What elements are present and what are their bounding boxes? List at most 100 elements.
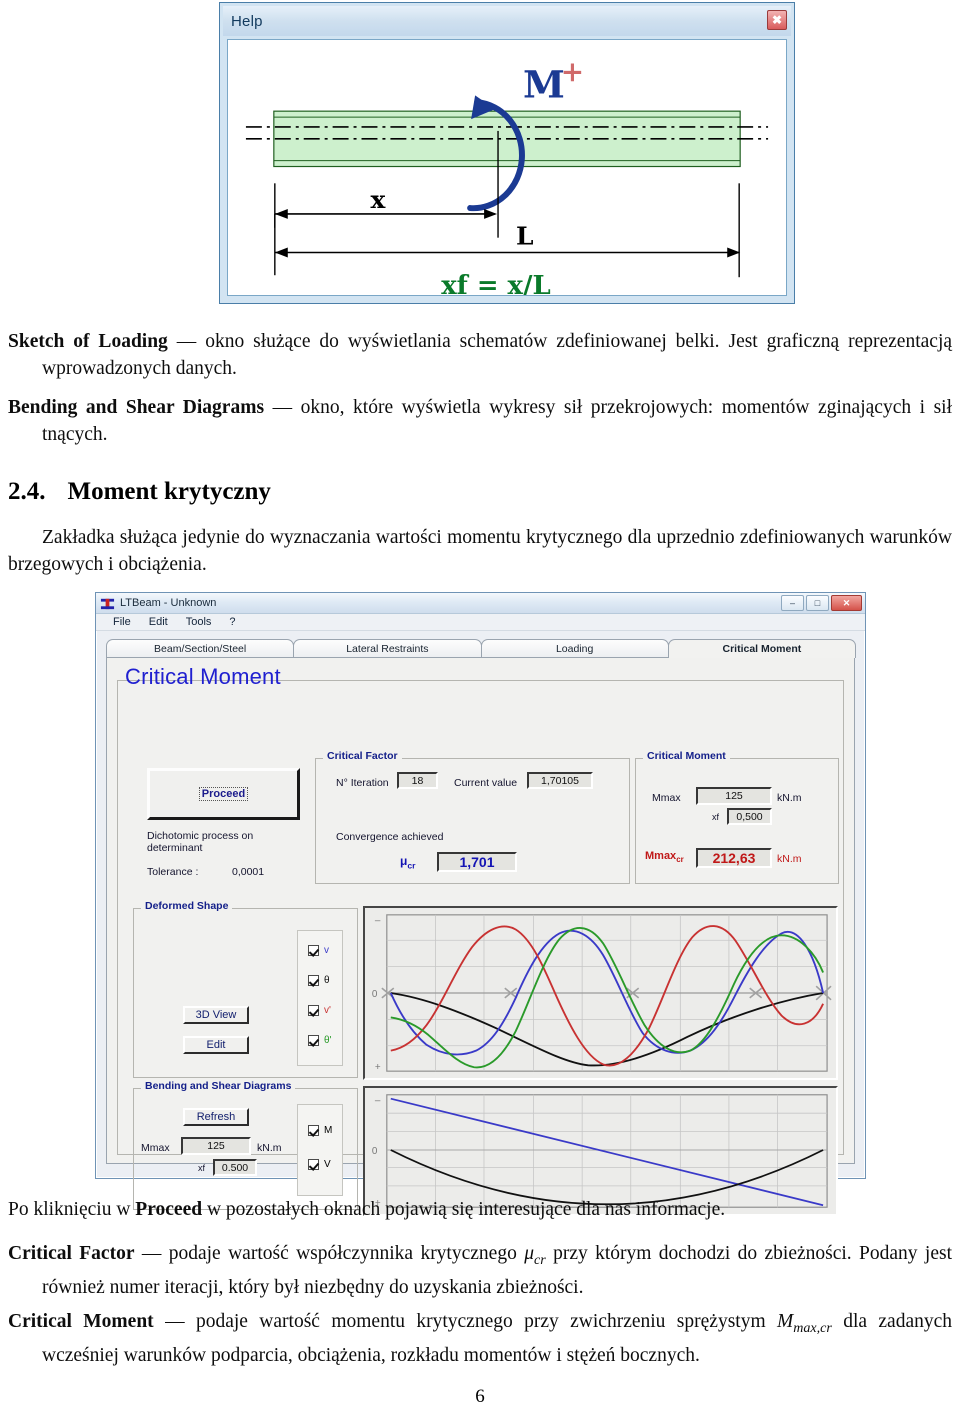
- checkbox-theta-box[interactable]: [308, 975, 319, 986]
- page-number: 6: [475, 1386, 485, 1407]
- proceed-button[interactable]: Proceed: [147, 768, 300, 820]
- proceed-button-label: Proceed: [198, 787, 249, 801]
- checkbox-v-shear[interactable]: V: [308, 1159, 331, 1170]
- bullet-dash: —: [141, 1243, 162, 1264]
- mmax-cr-value-field: 212,63: [696, 848, 772, 868]
- bullet-symbol-sub: cr: [534, 1251, 546, 1268]
- section-title: Moment krytyczny: [67, 478, 271, 505]
- formula-text: xf = x/L: [441, 271, 550, 295]
- convergence-text: Convergence achieved: [336, 831, 444, 843]
- edit-button[interactable]: Edit: [183, 1036, 249, 1054]
- edit-button-label: Edit: [206, 1039, 226, 1051]
- checkbox-theta-prime-box[interactable]: [308, 1035, 319, 1046]
- menu-edit[interactable]: Edit: [140, 616, 177, 628]
- bullet-body-a: podaje wartość momentu krytycznego przy …: [195, 1311, 777, 1332]
- checkbox-m[interactable]: M: [308, 1125, 332, 1136]
- tab-lateral-restraints[interactable]: Lateral Restraints: [293, 639, 482, 658]
- bullet-symbol: M: [777, 1311, 794, 1332]
- bullet-critical-moment: Critical Moment — podaje wartość momentu…: [8, 1308, 952, 1369]
- checkbox-theta-prime[interactable]: θ': [308, 1035, 331, 1046]
- app-title: LTBeam - Unknown: [120, 597, 217, 609]
- checkbox-theta-label: θ: [324, 975, 330, 986]
- checkbox-v-prime[interactable]: v': [308, 1005, 331, 1016]
- bs-axis-zero-label: 0: [372, 1146, 378, 1157]
- menubar: File Edit Tools ?: [96, 614, 865, 631]
- deformed-shape-group-label: Deformed Shape: [141, 900, 233, 912]
- lead-post: w pozostałych oknach pojawią się interes…: [202, 1199, 726, 1220]
- current-value-field: 1,70105: [527, 772, 593, 789]
- bullet-term: Bending and Shear Diagrams: [8, 397, 265, 418]
- deformed-shape-checkbox-panel: v θ v' θ': [297, 930, 343, 1066]
- after-lead-paragraph: Po kliknięciu w Proceed w pozostałych ok…: [8, 1196, 952, 1223]
- deformed-shape-plot[interactable]: – 0 +: [363, 906, 838, 1080]
- mmax-cr-label: Mmaxcr: [645, 850, 684, 865]
- maximize-button[interactable]: □: [806, 595, 829, 611]
- close-icon[interactable]: ✖: [767, 10, 787, 30]
- checkbox-v-shear-box[interactable]: [308, 1159, 319, 1170]
- close-button[interactable]: ✕: [831, 595, 862, 611]
- axis-minus-label: –: [375, 916, 381, 927]
- bs-mmax-unit: kN.m: [257, 1142, 282, 1154]
- mu-cr-value-field: 1,701: [437, 852, 517, 872]
- iteration-label: N° Iteration: [336, 777, 389, 789]
- checkbox-m-label: M: [324, 1125, 333, 1136]
- bullet-body-a: podaje wartość współczynnika krytycznego: [168, 1243, 525, 1264]
- menu-file[interactable]: File: [104, 616, 140, 628]
- section-heading: 2.4. Moment krytyczny: [8, 478, 271, 506]
- lead-pre: Po kliknięciu w: [8, 1199, 136, 1220]
- checkbox-m-box[interactable]: [308, 1125, 319, 1136]
- tabstrip: Beam/Section/Steel Lateral Restraints Lo…: [106, 638, 856, 658]
- minimize-button[interactable]: –: [781, 595, 804, 611]
- menu-help[interactable]: ?: [220, 616, 244, 628]
- mmax-value-field: 125: [696, 787, 772, 805]
- checkbox-v-box[interactable]: [308, 945, 319, 956]
- dichotomic-note-line2: determinant: [147, 842, 203, 854]
- bullet-dash: —: [176, 331, 197, 352]
- panel-title: Critical Moment: [125, 664, 281, 689]
- bs-xf-value-field: 0.500: [213, 1159, 257, 1176]
- tab-beam-section-steel[interactable]: Beam/Section/Steel: [106, 639, 295, 658]
- bending-shear-group-label: Bending and Shear Diagrams: [141, 1080, 296, 1092]
- mmax-unit: kN.m: [777, 792, 802, 804]
- bs-mmax-label: Mmax: [141, 1142, 170, 1154]
- bs-xf-label: xf: [198, 1163, 206, 1173]
- window-controls: – □ ✕: [781, 595, 862, 611]
- 3d-view-button[interactable]: 3D View: [183, 1006, 249, 1024]
- svg-text:+: +: [561, 56, 584, 89]
- checkbox-v-shear-label: V: [324, 1159, 331, 1170]
- tolerance-label: Tolerance :: [147, 866, 199, 878]
- tab-loading[interactable]: Loading: [480, 639, 669, 658]
- xf-label: xf: [712, 812, 720, 822]
- help-window-titlebar: Help ✖: [223, 6, 791, 36]
- bullet-dash: —: [272, 397, 293, 418]
- menu-tools[interactable]: Tools: [177, 616, 221, 628]
- refresh-button-label: Refresh: [196, 1111, 236, 1123]
- bs-mmax-value-field: 125: [181, 1137, 251, 1155]
- 3d-view-button-label: 3D View: [195, 1009, 237, 1021]
- bullet-dash: —: [165, 1311, 185, 1332]
- checkbox-v-label: v: [324, 945, 329, 956]
- mmax-label: Mmax: [652, 792, 681, 804]
- tolerance-value: 0,0001: [232, 866, 265, 878]
- bs-axis-minus-label: –: [375, 1096, 381, 1107]
- iteration-value-field: 18: [397, 772, 438, 789]
- bullet-term: Critical Factor: [8, 1243, 135, 1264]
- checkbox-theta[interactable]: θ: [308, 975, 330, 986]
- svg-text:M: M: [523, 62, 565, 106]
- bullet-critical-factor: Critical Factor — podaje wartość współcz…: [8, 1240, 952, 1301]
- bullet-bending-and-shear-diagrams: Bending and Shear Diagrams — okno, które…: [8, 394, 952, 448]
- section-intro: Zakładka służąca jedynie do wyznaczania …: [8, 527, 952, 575]
- axis-plus-label: +: [375, 1062, 381, 1073]
- refresh-button[interactable]: Refresh: [183, 1108, 249, 1126]
- bending-shear-checkbox-panel: M V: [297, 1104, 343, 1196]
- svg-text:x: x: [370, 185, 385, 214]
- xf-value-field: 0,500: [727, 808, 772, 825]
- app-titlebar: LTBeam - Unknown – □ ✕: [96, 593, 865, 614]
- checkbox-v-prime-box[interactable]: [308, 1005, 319, 1016]
- mu-cr-label: μcr: [400, 854, 416, 871]
- help-diagram: M + x L xf = x/L: [227, 39, 787, 296]
- checkbox-v[interactable]: v: [308, 945, 329, 956]
- current-value-label: Current value: [454, 777, 518, 789]
- deformed-shape-chart-svg: – 0 +: [365, 908, 836, 1078]
- tab-critical-moment[interactable]: Critical Moment: [667, 639, 856, 658]
